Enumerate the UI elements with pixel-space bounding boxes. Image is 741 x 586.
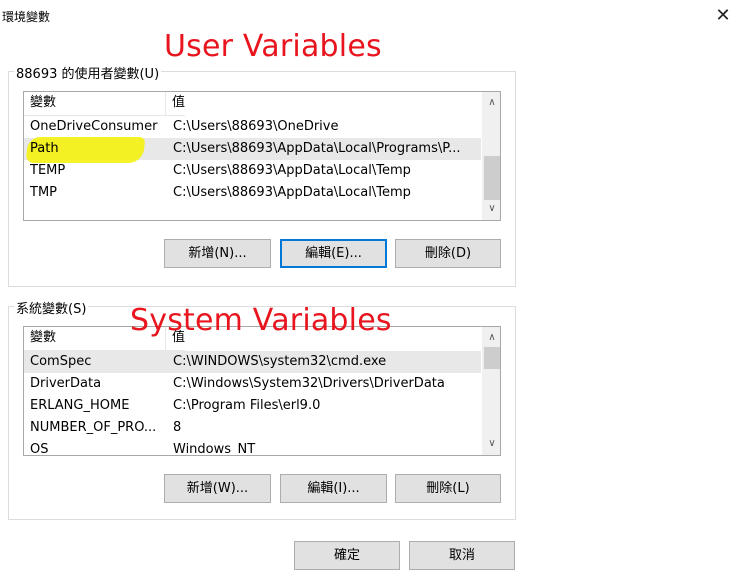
system-edit-button[interactable]: 編輯(I)...: [280, 474, 387, 503]
scroll-down-icon[interactable]: ∨: [483, 200, 500, 218]
variable-name: NUMBER_OF_PRO...: [30, 420, 157, 435]
scroll-thumb[interactable]: [484, 156, 500, 200]
path-label-overlay: Path: [30, 141, 59, 156]
variable-value: C:\Users\88693\AppData\Local\Programs\P.…: [173, 141, 461, 156]
table-row[interactable]: DriverData C:\Windows\System32\Drivers\D…: [24, 373, 481, 395]
user-delete-button[interactable]: 刪除(D): [395, 239, 501, 268]
ok-button[interactable]: 確定: [294, 541, 400, 570]
user-edit-button[interactable]: 編輯(E)...: [280, 239, 387, 268]
variable-name: ComSpec: [30, 354, 92, 369]
variable-value: C:\Program Files\erl9.0: [173, 398, 321, 413]
table-row[interactable]: OS Windows_NT: [24, 439, 481, 456]
user-new-button[interactable]: 新增(N)...: [164, 239, 271, 268]
user-list-scrollbar[interactable]: ∧ ∨: [482, 92, 500, 220]
scroll-up-icon[interactable]: ∧: [483, 94, 500, 112]
variable-value: C:\Windows\System32\Drivers\DriverData: [173, 376, 445, 391]
dialog-title: 環境變數: [2, 10, 51, 24]
table-row[interactable]: OneDriveConsumer C:\Users\88693\OneDrive: [24, 116, 481, 138]
system-new-button[interactable]: 新增(W)...: [164, 474, 271, 503]
variable-value: C:\Users\88693\AppData\Local\Temp: [173, 185, 411, 200]
table-row[interactable]: TEMP C:\Users\88693\AppData\Local\Temp: [24, 160, 481, 182]
table-row[interactable]: NUMBER_OF_PRO... 8: [24, 417, 481, 439]
cancel-button[interactable]: 取消: [409, 541, 515, 570]
scroll-up-icon[interactable]: ∧: [483, 329, 500, 347]
column-header-variable[interactable]: 變數: [24, 92, 166, 115]
variable-name: ERLANG_HOME: [30, 398, 130, 413]
variable-value: Windows_NT: [173, 442, 256, 456]
variable-name: OneDriveConsumer: [30, 119, 158, 134]
variable-value: C:\Users\88693\AppData\Local\Temp: [173, 163, 411, 178]
table-row[interactable]: ComSpec C:\WINDOWS\system32\cmd.exe: [24, 351, 481, 373]
system-list-scrollbar[interactable]: ∧ ∨: [482, 327, 500, 455]
table-row[interactable]: TMP C:\Users\88693\AppData\Local\Temp: [24, 182, 481, 204]
variable-name: TEMP: [30, 163, 66, 178]
user-variables-label: 88693 的使用者變數(U): [14, 63, 162, 82]
variable-name: OS: [30, 442, 49, 456]
user-list-header: 變數 值: [24, 92, 186, 116]
scroll-thumb[interactable]: [484, 347, 500, 369]
variable-value: C:\Users\88693\OneDrive: [173, 119, 339, 134]
table-row[interactable]: ERLANG_HOME C:\Program Files\erl9.0: [24, 395, 481, 417]
variable-value: C:\WINDOWS\system32\cmd.exe: [173, 354, 387, 369]
system-variables-list[interactable]: 變數 值 ComSpec C:\WINDOWS\system32\cmd.exe…: [23, 326, 501, 456]
system-delete-button[interactable]: 刪除(L): [395, 474, 501, 503]
variable-value: 8: [173, 420, 182, 435]
column-header-value[interactable]: 值: [166, 92, 185, 115]
user-variables-annotation: User Variables: [164, 29, 382, 64]
system-variables-label: 系統變數(S): [14, 298, 89, 317]
scroll-down-icon[interactable]: ∨: [483, 435, 500, 453]
variable-name: TMP: [30, 185, 57, 200]
system-variables-annotation: System Variables: [130, 303, 392, 338]
close-icon[interactable]: ✕: [713, 6, 733, 26]
variable-name: DriverData: [30, 376, 102, 391]
